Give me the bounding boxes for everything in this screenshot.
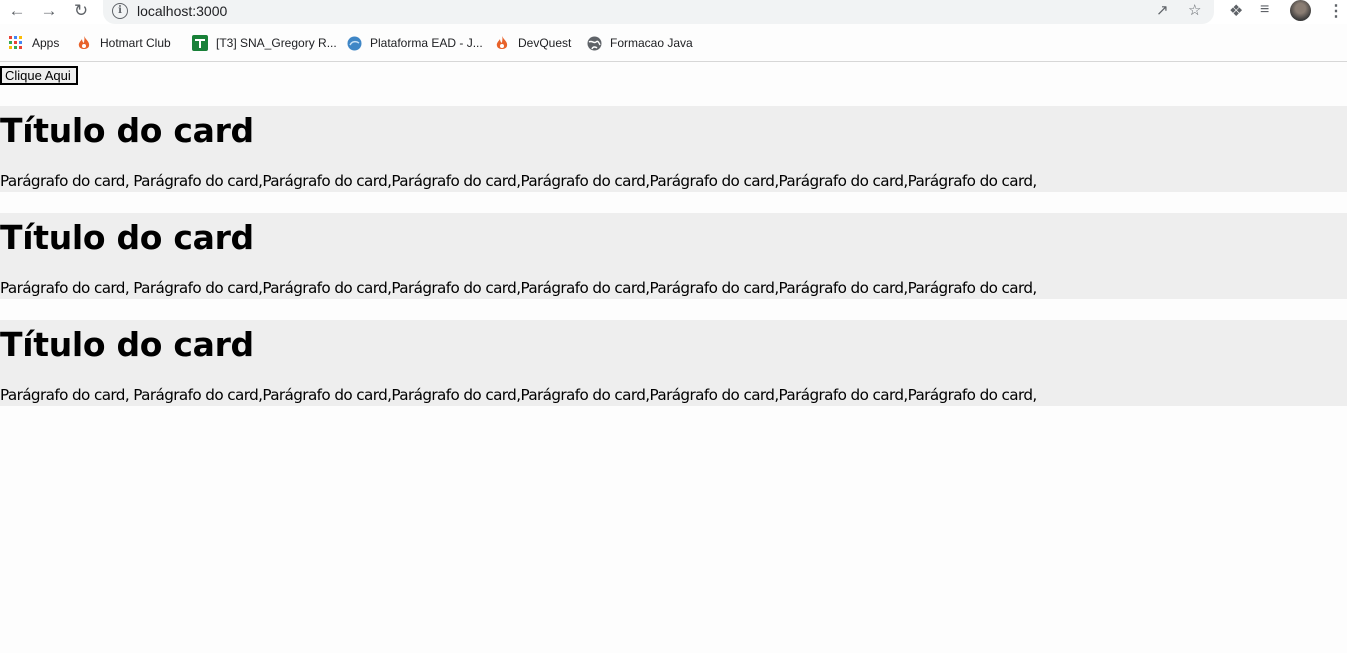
clique-aqui-button[interactable]: Clique Aqui [0,66,78,85]
bookmark-hotmart[interactable]: Hotmart Club [76,31,171,55]
bookmark-plataforma-ead[interactable]: Plataforma EAD - J... [346,31,483,55]
bookmark-label: [T3] SNA_Gregory R... [216,36,337,50]
card-paragraph: Parágrafo do card, Parágrafo do card,Par… [0,172,1037,190]
star-icon[interactable]: ☆ [1188,1,1201,19]
card: Título do card Parágrafo do card, Parágr… [0,106,1347,192]
info-icon[interactable]: i [112,3,128,19]
browser-toolbar: ← → ↻ i localhost:3000 ↗ ☆ ❖ ≡ ⋮ [0,0,1347,24]
arrow-left-icon[interactable]: ← [6,0,28,22]
avatar[interactable] [1290,0,1311,21]
bookmark-label: Hotmart Club [100,36,171,50]
bookmarks-bar: Apps Hotmart Club [T3] SNA_Gregory R... … [0,31,1347,55]
reading-list-icon[interactable]: ≡ [1260,1,1269,19]
card: Título do card Parágrafo do card, Parágr… [0,213,1347,299]
sheets-icon [192,35,208,51]
globe-icon [586,35,602,51]
bookmark-sna-gregory[interactable]: [T3] SNA_Gregory R... [192,31,337,55]
puzzle-icon[interactable]: ❖ [1229,1,1243,21]
toolbar-divider [0,61,1347,62]
card-paragraph: Parágrafo do card, Parágrafo do card,Par… [0,386,1037,404]
apps-grid-icon [8,35,24,51]
card-title: Título do card [0,325,254,364]
card-title: Título do card [0,218,254,257]
reload-icon[interactable]: ↻ [70,0,92,22]
flame-icon [494,35,510,51]
share-icon[interactable]: ↗ [1156,1,1169,19]
card-paragraph: Parágrafo do card, Parágrafo do card,Par… [0,279,1037,297]
bookmark-devquest[interactable]: DevQuest [494,31,571,55]
bookmark-label: Apps [32,36,60,50]
flame-icon [76,35,92,51]
kebab-menu-icon[interactable]: ⋮ [1328,1,1344,21]
globe-blue-icon [346,35,362,51]
arrow-right-icon[interactable]: → [38,0,60,22]
address-bar[interactable]: i localhost:3000 ↗ ☆ [103,0,1214,24]
url-text[interactable]: localhost:3000 [137,3,227,19]
card-title: Título do card [0,111,254,150]
bookmark-apps[interactable]: Apps [8,31,59,55]
card: Título do card Parágrafo do card, Parágr… [0,320,1347,406]
bookmark-label: Formacao Java [610,36,693,50]
bookmark-formacao-java[interactable]: Formacao Java [586,31,693,55]
bookmark-label: DevQuest [518,36,572,50]
bookmark-label: Plataforma EAD - J... [370,36,483,50]
